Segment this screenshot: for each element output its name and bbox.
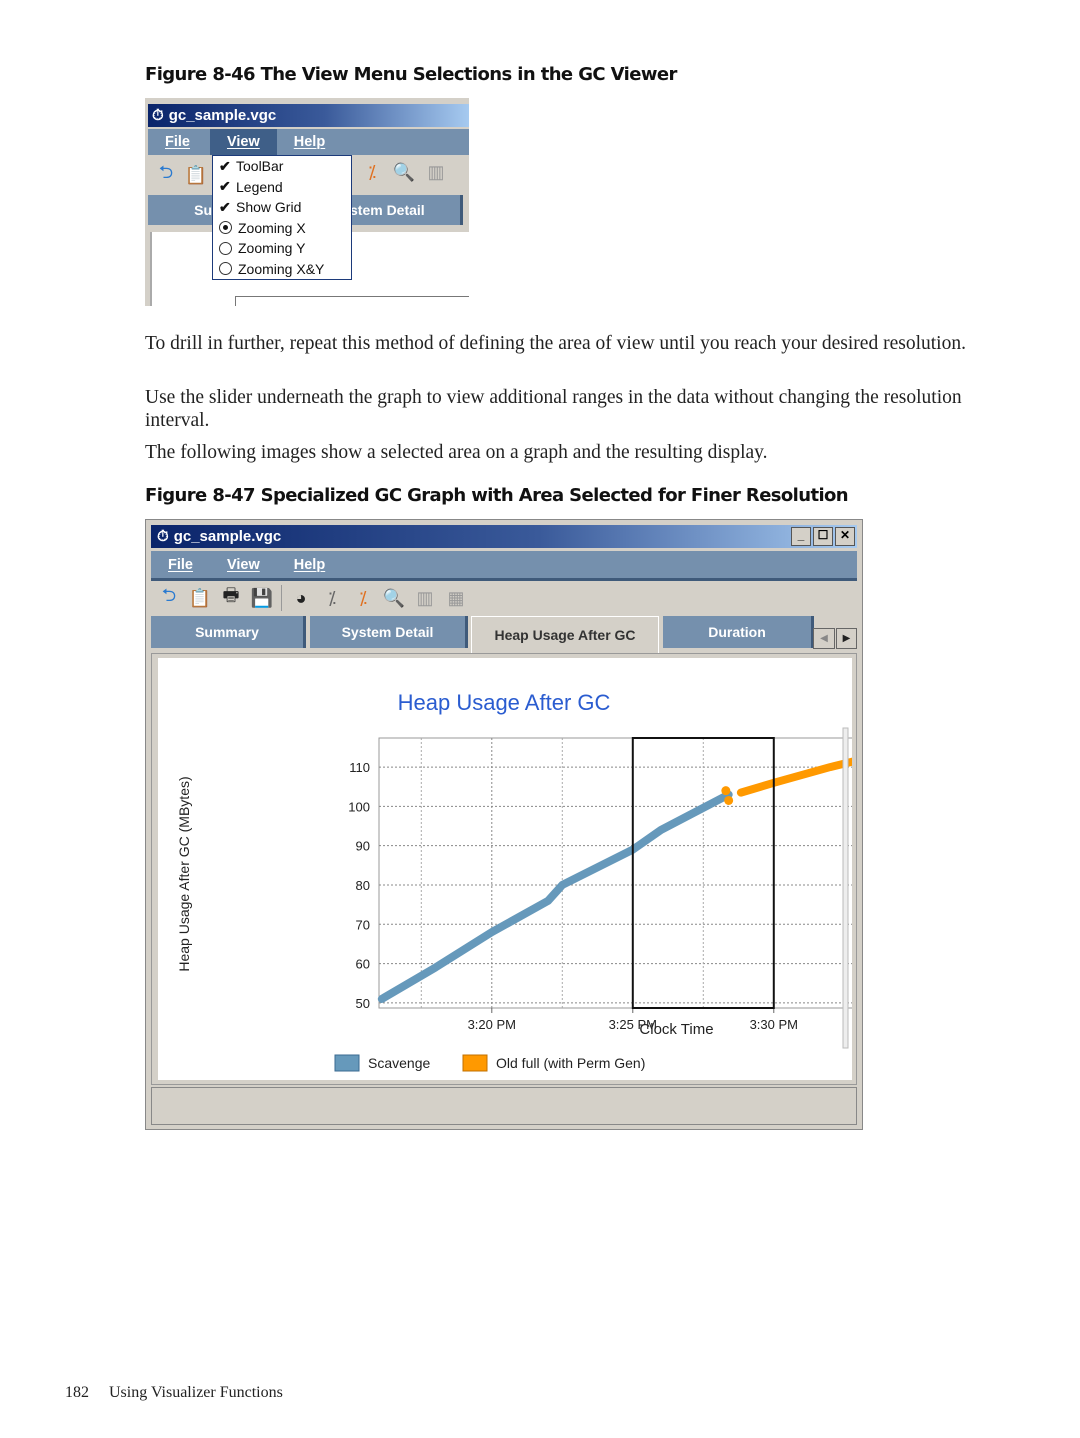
undo-icon[interactable]: ⮌ [154,162,178,187]
maximize-button[interactable]: ☐ [813,527,833,546]
stopwatch-icon: ⏱ [152,107,164,124]
figure-caption: Figure 8-47 Specialized GC Graph with Ar… [145,485,849,506]
paragraph: Use the slider underneath the graph to v… [145,387,962,431]
x-tick-label: 3:30 PM [750,1017,798,1032]
tab-system-detail[interactable]: System Detail [310,616,468,648]
tab-heap-usage-after-gc[interactable]: Heap Usage After GC [471,616,659,653]
window-title: gc_sample.vgc [173,528,282,545]
menu-item-zooming-x-y[interactable]: Zooming X&Y [213,259,351,280]
tab-duration[interactable]: Duration [663,616,814,648]
radio-icon [219,262,232,276]
legend-swatch [462,1054,488,1072]
tab-system-detail[interactable]: stem Detail [350,195,463,225]
menu-item-show-grid[interactable]: ✔ Show Grid [213,197,351,218]
menu-view[interactable]: View [210,557,277,573]
chart-panel: Heap Usage After GC 50 60 70 80 90 100 110 3:20 … [158,658,862,1080]
save-icon[interactable]: 💾 [250,586,274,610]
menu-item-legend[interactable]: ✔ Legend [213,177,351,198]
bar-chart-icon[interactable]: ▥ [413,586,437,610]
paragraph: To drill in further, repeat this method … [145,333,966,354]
vertical-scrollbar [842,727,849,1049]
undo-icon[interactable]: ⮌ [157,585,181,610]
data-point [724,795,734,805]
y-axis-label: Heap Usage After GC (MBytes) [176,776,192,971]
close-button[interactable]: ✕ [835,527,855,546]
chart-title: Heap Usage After GC [398,690,611,715]
menu-bar: File View Help [151,551,857,581]
y-tick-label: 100 [348,799,370,814]
tab-scroll-right-button[interactable]: ▶ [836,628,857,649]
menu-item-label: Zooming X&Y [238,260,325,277]
y-tick-label: 110 [349,760,370,775]
export-icon[interactable]: 📋 [188,586,212,610]
print-icon[interactable]: 🖶 [219,585,243,610]
x-axis-label: Clock Time [639,1021,713,1038]
footer-section: Using Visualizer Functions [109,1384,283,1401]
menu-help[interactable]: Help [277,134,342,150]
checkmark-icon: ✔ [219,198,231,215]
gc-viewer-window: ⏱ gc_sample.vgc _ ☐ ✕ File View Help ⮌ 📋 … [145,519,863,1130]
paragraph: The following images show a selected are… [145,442,768,463]
title-bar: ⏱ gc_sample.vgc [148,104,469,127]
tab-summary[interactable]: Summary [151,616,306,648]
x-tick-label: 3:20 PM [468,1017,516,1032]
menu-file[interactable]: File [151,557,210,573]
menu-help[interactable]: Help [277,557,342,573]
view-dropdown-menu: ✔ ToolBar ✔ Legend ✔ Show Grid Zooming X Zoomin… [212,155,352,280]
menu-bar: File View Help [148,129,469,155]
toolbar: ⮌ 📋 🖶 💾 ◕ ⁒ ⁒ 🔍 ▥ ▦ [151,583,468,613]
menu-file[interactable]: File [148,134,207,150]
menu-item-label: Zooming X [238,219,306,236]
y-tick-label: 80 [356,878,370,893]
bar-chart-2-icon[interactable]: ▦ [444,586,468,610]
stopwatch-icon: ⏱ [157,528,169,545]
scatter-color-icon[interactable]: ⁒ [360,160,384,184]
menu-item-label: ToolBar [236,158,284,175]
export-icon[interactable]: 📋 [184,163,208,187]
radio-icon [219,241,232,255]
menu-item-label: Show Grid [236,199,302,216]
menu-item-label: Zooming Y [238,240,306,257]
tab-summary[interactable]: Su [148,195,215,225]
toolbar: ⮌ 📋 [148,160,208,190]
bar-chart-icon[interactable]: ▥ [424,160,448,184]
radio-icon [219,221,232,235]
page-number: 182 [65,1384,89,1401]
y-tick-label: 50 [356,996,370,1011]
menu-item-zooming-y[interactable]: Zooming Y [213,238,351,259]
window-title: gc_sample.vgc [168,107,277,124]
tab-scroll-left-button[interactable]: ◀ [813,628,835,649]
time-slider[interactable] [151,1087,857,1125]
scatter-icon[interactable]: ⁒ [320,586,344,610]
y-tick-label: 90 [356,839,370,854]
menu-item-toolbar[interactable]: ✔ ToolBar [213,156,351,177]
title-bar: ⏱ gc_sample.vgc _ ☐ ✕ [151,525,857,548]
heap-usage-chart[interactable]: Heap Usage After GC 50 60 70 80 90 100 110 3:20 … [158,658,862,1080]
legend-label: Scavenge [368,1055,430,1071]
zoom-icon[interactable]: 🔍 [382,586,406,610]
menu-item-zooming-x[interactable]: Zooming X [213,218,351,239]
checkmark-icon: ✔ [219,157,231,174]
figure1-screenshot: ⏱ gc_sample.vgc File View Help ⮌ 📋 ⁒ 🔍 ▥ Su … [145,98,469,306]
y-tick-label: 70 [356,917,370,932]
y-tick-label: 60 [356,957,370,972]
zoom-icon[interactable]: 🔍 [392,160,416,184]
figure-caption: Figure 8-46 The View Menu Selections in … [145,64,677,85]
menu-view[interactable]: View [209,129,277,155]
data-point [721,786,731,796]
gauge-icon[interactable]: ◕ [289,586,313,610]
minimize-button[interactable]: _ [791,527,811,546]
legend-label: Old full (with Perm Gen) [496,1055,645,1071]
menu-item-label: Legend [236,178,283,195]
legend-swatch [334,1054,360,1072]
checkmark-icon: ✔ [219,178,231,195]
scatter-color-icon[interactable]: ⁒ [351,586,375,610]
